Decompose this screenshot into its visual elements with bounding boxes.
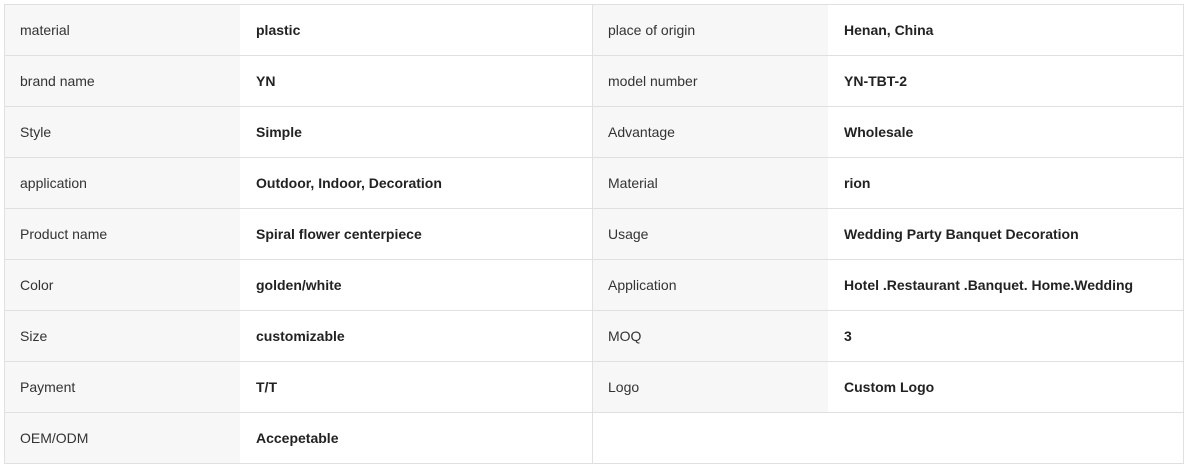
spec-label: Payment (5, 362, 240, 412)
spec-value: golden/white (240, 260, 593, 310)
spec-value: Hotel .Restaurant .Banquet. Home.Wedding (828, 260, 1181, 310)
spec-value: Wholesale (828, 107, 1181, 157)
spec-label: application (5, 158, 240, 208)
spec-row: material plastic place of origin Henan, … (5, 5, 1183, 56)
spec-value: Henan, China (828, 5, 1181, 55)
spec-value: Wedding Party Banquet Decoration (828, 209, 1181, 259)
spec-value: 3 (828, 311, 1181, 361)
spec-label: MOQ (593, 311, 828, 361)
spec-value: Simple (240, 107, 593, 157)
spec-row: OEM/ODM Accepetable (5, 413, 1183, 464)
spec-value: Spiral flower centerpiece (240, 209, 593, 259)
spec-label: place of origin (593, 5, 828, 55)
spec-label: Advantage (593, 107, 828, 157)
spec-row: Style Simple Advantage Wholesale (5, 107, 1183, 158)
spec-label: Application (593, 260, 828, 310)
spec-label: material (5, 5, 240, 55)
spec-label: Usage (593, 209, 828, 259)
spec-label: OEM/ODM (5, 413, 240, 463)
spec-row: Color golden/white Application Hotel .Re… (5, 260, 1183, 311)
spec-label: Color (5, 260, 240, 310)
product-specs-table: material plastic place of origin Henan, … (4, 4, 1184, 464)
spec-value: plastic (240, 5, 593, 55)
spec-row: Payment T/T Logo Custom Logo (5, 362, 1183, 413)
spec-label: brand name (5, 56, 240, 106)
spec-value: T/T (240, 362, 593, 412)
spec-label: Material (593, 158, 828, 208)
spec-empty-cell (593, 413, 828, 463)
spec-label: model number (593, 56, 828, 106)
spec-value: Accepetable (240, 413, 593, 463)
spec-value: Outdoor, Indoor, Decoration (240, 158, 593, 208)
spec-value: YN (240, 56, 593, 106)
spec-row: Size customizable MOQ 3 (5, 311, 1183, 362)
spec-label: Logo (593, 362, 828, 412)
spec-row: Product name Spiral flower centerpiece U… (5, 209, 1183, 260)
spec-value: YN-TBT-2 (828, 56, 1181, 106)
spec-value: rion (828, 158, 1181, 208)
spec-row: brand name YN model number YN-TBT-2 (5, 56, 1183, 107)
spec-row: application Outdoor, Indoor, Decoration … (5, 158, 1183, 209)
spec-label: Style (5, 107, 240, 157)
spec-label: Product name (5, 209, 240, 259)
spec-value: Custom Logo (828, 362, 1181, 412)
spec-label: Size (5, 311, 240, 361)
spec-value: customizable (240, 311, 593, 361)
spec-empty-cell (828, 413, 1181, 463)
